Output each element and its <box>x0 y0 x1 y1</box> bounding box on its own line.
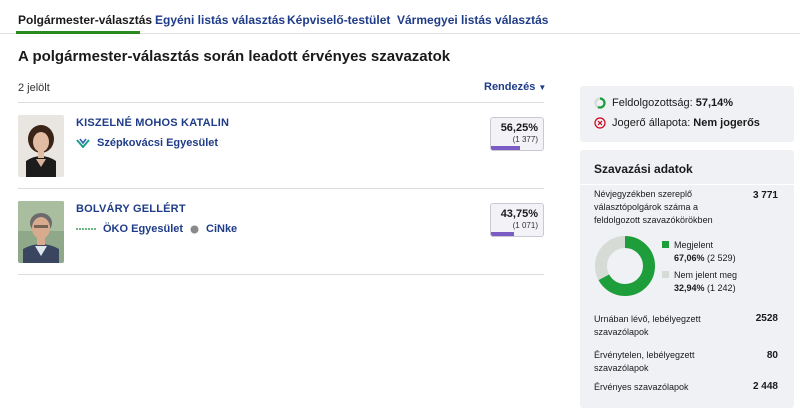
candidate-count: 2 jelölt <box>18 82 50 94</box>
vote-percent: 43,75% <box>500 208 538 220</box>
error-circle-icon <box>594 117 606 129</box>
absent-pct: 32,94% <box>674 283 705 293</box>
sort-button[interactable]: Rendezés ▼ <box>484 81 546 93</box>
page-title: A polgármester-választás során leadott é… <box>18 48 451 65</box>
tab-polgarmester[interactable]: Polgármester-választás <box>18 13 152 27</box>
valid-value: 2 448 <box>752 381 778 392</box>
registered-label: Névjegyzékben szereplő választópolgárok … <box>594 189 713 225</box>
party-szepkovacsi[interactable]: Szépkovácsi Egyesület <box>76 137 218 149</box>
legend-present: Megjelent 67,06% (2 529) <box>662 239 736 265</box>
party-name: Szépkovácsi Egyesület <box>97 137 219 149</box>
legend-absent: Nem jelent meg 32,94% (1 242) <box>662 269 737 295</box>
candidate-row[interactable]: BOLVÁRY GELLÉRT ÖKO Egyesület CiNke 43,7… <box>18 201 544 267</box>
active-tab-indicator <box>16 31 140 34</box>
caret-down-icon: ▼ <box>538 83 547 92</box>
legend-swatch-absent <box>662 271 669 278</box>
invalid-value: 80 <box>766 350 778 361</box>
tab-varmegyei-listas[interactable]: Vármegyei listás választás <box>397 13 548 27</box>
registered-value: 3 771 <box>752 190 778 201</box>
candidate-name[interactable]: BOLVÁRY GELLÉRT <box>76 203 186 215</box>
vote-share-bar <box>491 146 521 150</box>
result-badge: 56,25% (1 377) <box>490 117 544 151</box>
vote-percent: 56,25% <box>500 122 538 134</box>
present-pct: 67,06% <box>674 253 705 263</box>
turnout-donut-chart <box>595 236 655 296</box>
divider <box>18 274 544 275</box>
divider <box>18 188 544 189</box>
party-oko[interactable]: ÖKO Egyesület <box>76 223 183 235</box>
invalid-label: Érvénytelen, lebélyegzett szavazólapok <box>594 350 695 373</box>
tab-kepviselo-testulet[interactable]: Képviselő-testület <box>287 13 390 27</box>
party-cinke[interactable]: CiNke <box>190 223 237 235</box>
party-name: ÖKO Egyesület <box>103 223 184 235</box>
legal-label: Jogerő állapota: <box>612 117 691 129</box>
processed-value: 57,14% <box>695 97 734 109</box>
legal-status-row: Jogerő állapota: Nem jogerős <box>594 117 760 129</box>
candidate-photo <box>18 115 64 177</box>
voting-stats-panel: Szavazási adatok Névjegyzékben szereplő … <box>580 150 794 408</box>
divider <box>580 184 794 185</box>
candidate-photo <box>18 201 64 263</box>
cinke-logo-icon <box>190 225 199 234</box>
valid-label: Érvényes szavazólapok <box>594 382 689 392</box>
candidate-name[interactable]: KISZELNÉ MOHOS KATALIN <box>76 117 229 129</box>
absent-count: (1 242) <box>707 283 736 293</box>
oko-logo-icon <box>76 226 96 232</box>
szepkovacsi-logo-icon <box>76 138 90 148</box>
processing-status-panel: Feldolgozottság: 57,14% Jogerő állapota:… <box>580 86 794 142</box>
present-label: Megjelent <box>674 240 714 250</box>
tab-egyeni-listas[interactable]: Egyéni listás választás <box>155 13 285 27</box>
processed-label: Feldolgozottság: <box>612 97 693 109</box>
vote-share-bar <box>491 232 514 236</box>
processed-row: Feldolgozottság: 57,14% <box>594 97 733 109</box>
tab-bar: Polgármester-választás Egyéni listás vál… <box>0 0 800 34</box>
vote-count: (1 071) <box>512 221 538 230</box>
divider <box>18 102 544 103</box>
absent-label: Nem jelent meg <box>674 270 738 280</box>
stats-title: Szavazási adatok <box>594 162 693 176</box>
legal-value: Nem jogerős <box>693 117 760 129</box>
party-name: CiNke <box>206 223 238 235</box>
urn-label: Urnában lévő, lebélyegzett szavazólapok <box>594 314 701 337</box>
candidate-row[interactable]: KISZELNÉ MOHOS KATALIN Szépkovácsi Egyes… <box>18 115 544 181</box>
urn-value: 2528 <box>755 313 778 324</box>
result-badge: 43,75% (1 071) <box>490 203 544 237</box>
present-count: (2 529) <box>707 253 736 263</box>
vote-count: (1 377) <box>512 135 538 144</box>
legend-swatch-present <box>662 241 669 248</box>
sort-label: Rendezés <box>484 81 536 93</box>
progress-ring-icon <box>594 97 606 109</box>
